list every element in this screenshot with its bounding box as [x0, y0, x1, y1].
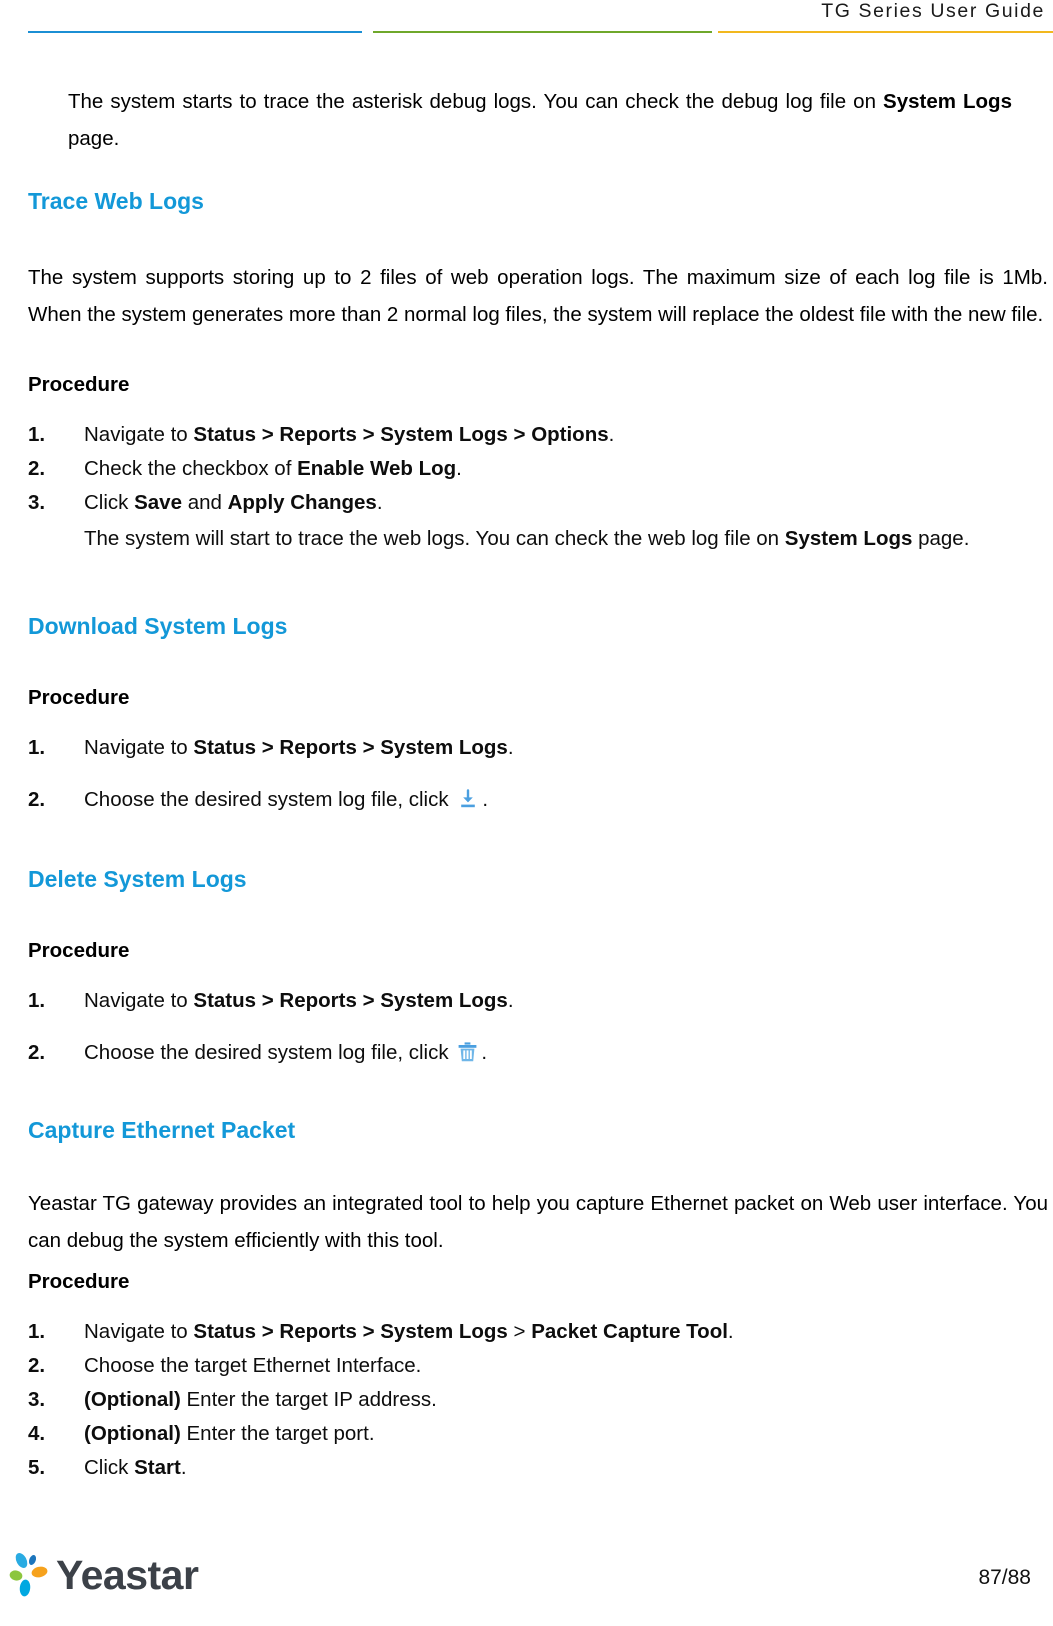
page-footer: Yeastar 87/88: [0, 1536, 1053, 1626]
list-item-text: (Optional) Enter the target port.: [84, 1422, 375, 1445]
download-icon[interactable]: [457, 787, 479, 821]
yeastar-wordmark: Yeastar: [56, 1551, 199, 1598]
list-item-number: 2.: [28, 457, 46, 480]
procedure-list-3: 1. Navigate to Status > Reports > System…: [28, 984, 1048, 1074]
list-item-text: Click Save and Apply Changes.: [84, 491, 383, 514]
list-item-text: Choose the desired system log file, clic…: [84, 1041, 487, 1064]
procedure-list-4: 1. Navigate to Status > Reports > System…: [28, 1315, 1048, 1485]
list-item-number: 2.: [28, 788, 46, 811]
list-item: 3. Click Save and Apply Changes. The sys…: [28, 486, 1048, 557]
procedure-list-1: 1. Navigate to Status > Reports > System…: [28, 418, 1048, 557]
intro-paragraph: The system starts to trace the asterisk …: [68, 83, 1012, 157]
list-item: 1. Navigate to Status > Reports > System…: [28, 1315, 1048, 1349]
procedure-label-1: Procedure: [28, 373, 130, 396]
intro-text-after: page.: [68, 127, 120, 150]
list-item-text: (Optional) Enter the target IP address.: [84, 1388, 437, 1411]
list-item: 3. (Optional) Enter the target IP addres…: [28, 1383, 1048, 1417]
yeastar-logo-mark: [9, 1553, 48, 1597]
list-item: 2. Choose the desired system log file, c…: [28, 1036, 1048, 1074]
heading-trace-web-logs: Trace Web Logs: [28, 188, 204, 214]
header-title: TG Series User Guide: [821, 0, 1045, 22]
procedure-label-4: Procedure: [28, 1270, 130, 1293]
list-item-number: 3.: [28, 491, 46, 514]
list-item-subtext: The system will start to trace the web l…: [84, 527, 970, 550]
page-header: TG Series User Guide: [0, 0, 1053, 40]
list-item-number: 2.: [28, 1354, 46, 1377]
list-item-text: Navigate to Status > Reports > System Lo…: [84, 736, 514, 759]
list-item-text: Check the checkbox of Enable Web Log.: [84, 457, 462, 480]
intro-text-before: The system starts to trace the asterisk …: [68, 90, 884, 113]
list-item: 2. Check the checkbox of Enable Web Log.: [28, 452, 1048, 486]
list-item: 4. (Optional) Enter the target port.: [28, 1417, 1048, 1451]
header-rule-green: [373, 31, 712, 33]
procedure-label-2: Procedure: [28, 686, 130, 709]
list-item: 1. Navigate to Status > Reports > System…: [28, 731, 1048, 765]
section-intro-trace-web-logs: The system supports storing up to 2 file…: [28, 266, 1048, 326]
intro-bold: System Logs: [883, 90, 1012, 113]
procedure-list-2: 1. Navigate to Status > Reports > System…: [28, 731, 1048, 821]
heading-download-system-logs: Download System Logs: [28, 613, 288, 639]
procedure-label-3: Procedure: [28, 939, 130, 962]
list-item-number: 1.: [28, 423, 46, 446]
list-item-number: 1.: [28, 989, 46, 1012]
list-item-number: 2.: [28, 1041, 46, 1064]
list-item-number: 5.: [28, 1456, 46, 1479]
list-item-number: 1.: [28, 736, 46, 759]
list-item: 1. Navigate to Status > Reports > System…: [28, 418, 1048, 452]
list-item-number: 1.: [28, 1320, 46, 1343]
list-item-text: Navigate to Status > Reports > System Lo…: [84, 423, 615, 446]
list-item-text: Navigate to Status > Reports > System Lo…: [84, 989, 514, 1012]
list-item-text: Choose the desired system log file, clic…: [84, 788, 488, 811]
list-item: 2. Choose the target Ethernet Interface.: [28, 1349, 1048, 1383]
list-item: 2. Choose the desired system log file, c…: [28, 783, 1048, 821]
list-item-text: Navigate to Status > Reports > System Lo…: [84, 1320, 734, 1343]
trash-icon[interactable]: [457, 1040, 478, 1074]
heading-delete-system-logs: Delete System Logs: [28, 866, 247, 892]
page-number: 87/88: [978, 1566, 1031, 1589]
list-item-number: 3.: [28, 1388, 46, 1411]
yeastar-logo: Yeastar: [8, 1550, 199, 1600]
section-intro-capture-ethernet-packet: Yeastar TG gateway provides an integrate…: [28, 1192, 1048, 1252]
list-item-text: Click Start.: [84, 1456, 187, 1479]
list-item-number: 4.: [28, 1422, 46, 1445]
header-rule-yellow: [718, 31, 1053, 33]
header-rule-blue: [28, 31, 362, 33]
list-item: 5. Click Start.: [28, 1451, 1048, 1485]
list-item-text: Choose the target Ethernet Interface.: [84, 1354, 422, 1377]
heading-capture-ethernet-packet: Capture Ethernet Packet: [28, 1117, 296, 1143]
document-page: TG Series User Guide The system starts t…: [0, 0, 1053, 1626]
list-item: 1. Navigate to Status > Reports > System…: [28, 984, 1048, 1018]
